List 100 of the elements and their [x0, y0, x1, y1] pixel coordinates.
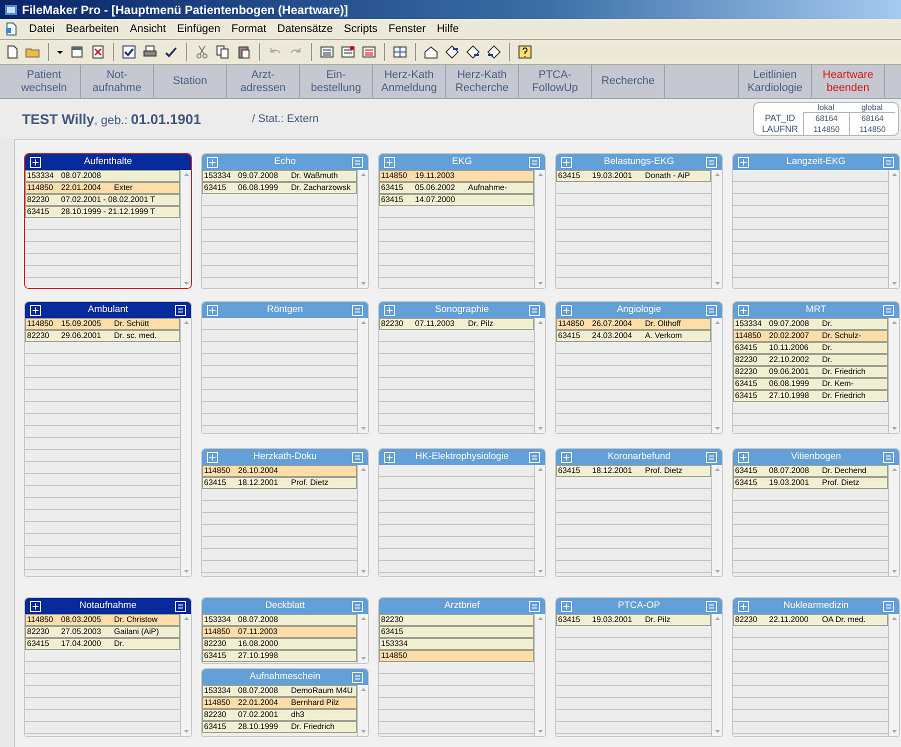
record-row[interactable]: 63415 28.10.1999 Dr. Friedrich: [202, 721, 357, 733]
record-row[interactable]: 63415 08.07.2008 Dr. Dechend: [733, 465, 888, 477]
nav-button[interactable]: Patient wechseln: [8, 65, 81, 98]
record-row[interactable]: 63415: [379, 626, 534, 638]
record-row[interactable]: 63415 19.03.2001 Prof. Dietz: [733, 477, 888, 489]
record-row[interactable]: 114850 08.03.2005 Dr. Christow: [25, 614, 180, 626]
scrollbar[interactable]: [889, 465, 899, 576]
menu-item[interactable]: Fenster: [388, 20, 426, 38]
nav-button[interactable]: PTCA- FollowUp: [519, 65, 592, 98]
record-row[interactable]: 82230: [379, 614, 534, 626]
menu-item[interactable]: Scripts: [344, 20, 378, 38]
scrollbar[interactable]: [712, 318, 722, 433]
add-icon[interactable]: [30, 600, 41, 612]
record-row[interactable]: 82230 27.05.2003 Gailani (AiP): [25, 626, 180, 638]
list-icon[interactable]: [361, 44, 377, 60]
record-row[interactable]: 114850 22.01.2004 Bernhard Pilz: [202, 697, 357, 709]
menu-item[interactable]: Einfügen: [176, 20, 220, 38]
record-row[interactable]: 82230 29.06.2001 Dr. sc. med.: [25, 330, 180, 342]
record-row[interactable]: 63415 18.12.2001 Prof. Dietz: [556, 465, 711, 477]
record-row[interactable]: 63415 27.10.1998 Dr. Friedrich: [733, 390, 888, 402]
scrollbar[interactable]: [358, 614, 368, 663]
record-row[interactable]: 114850 20.02.2007 Dr. Schulz-: [733, 330, 888, 342]
nav-button[interactable]: Arzt- adressen: [227, 65, 300, 98]
cut-icon[interactable]: [194, 44, 210, 60]
record-row[interactable]: 153334 09.07.2008 Dr.: [733, 318, 888, 330]
help-icon[interactable]: [517, 44, 533, 60]
record-row[interactable]: 114850 07.11.2003: [202, 626, 357, 638]
record-row[interactable]: 63415 17.04.2000 Dr.: [25, 638, 180, 650]
scrollbar[interactable]: [712, 170, 722, 288]
add-icon[interactable]: [30, 156, 41, 168]
scrollbar[interactable]: [358, 318, 368, 433]
menu-item[interactable]: Bearbeiten: [66, 20, 119, 38]
record-row[interactable]: 63415 10.11.2006 Dr.: [733, 342, 888, 354]
menu-item[interactable]: Datensätze: [277, 20, 333, 38]
record-row[interactable]: 63415 24.03.2004 A. Verkom: [556, 330, 711, 342]
nav-button[interactable]: Recherche: [592, 65, 665, 98]
menu-icon[interactable]: [175, 304, 186, 316]
record-row[interactable]: 114850 22.01.2004 Exter: [25, 182, 180, 194]
scrollbar[interactable]: [889, 170, 899, 288]
copy-icon[interactable]: [215, 44, 231, 60]
nav-button[interactable]: Ein- bestellung: [300, 65, 373, 98]
record-row[interactable]: 114850 26.10.2004: [202, 465, 357, 477]
record-row[interactable]: 153334 08.07.2008: [25, 170, 180, 182]
menu-item[interactable]: Format: [231, 20, 266, 38]
scrollbar[interactable]: [181, 318, 191, 576]
record-row[interactable]: 63415 14.07.2000: [379, 194, 534, 206]
scrollbar[interactable]: [358, 465, 368, 576]
document-icon[interactable]: [4, 22, 18, 36]
record-row[interactable]: 114850 26.07.2004 Dr. Olthoff: [556, 318, 711, 330]
record-row[interactable]: 82230 07.02.2001 - 08.02.2001 T: [25, 194, 180, 206]
record-row[interactable]: 63415 06.08.1999 Dr. Zacharzowsk: [202, 182, 357, 194]
scrollbar[interactable]: [712, 465, 722, 576]
record-row[interactable]: 153334 08.07.2008: [202, 614, 357, 626]
record-row[interactable]: 82230 07.02.2001 dh3: [202, 709, 357, 721]
scrollbar[interactable]: [535, 170, 545, 288]
menu-item[interactable]: Datei: [29, 20, 55, 38]
scrollbar[interactable]: [889, 318, 899, 433]
scrollbar[interactable]: [358, 170, 368, 288]
scrollbar[interactable]: [535, 614, 545, 736]
record-row[interactable]: 153334 09.07.2008 Dr. Waßmuth: [202, 170, 357, 182]
record-row[interactable]: 82230 09.06.2001 Dr. Friedrich: [733, 366, 888, 378]
nav-button[interactable]: Herz-Kath Recherche: [446, 65, 519, 98]
list-icon[interactable]: [340, 44, 356, 60]
scrollbar[interactable]: [181, 614, 191, 736]
window-icon[interactable]: [69, 44, 85, 60]
menu-item[interactable]: Ansicht: [130, 20, 166, 38]
record-row[interactable]: 153334: [379, 638, 534, 650]
record-row[interactable]: 63415 28.10.1999 - 21.12.1999 T: [25, 206, 180, 218]
nav-button[interactable]: Station: [154, 65, 227, 98]
paste-icon[interactable]: [236, 44, 252, 60]
scrollbar[interactable]: [181, 170, 191, 288]
menu-item[interactable]: Hilfe: [436, 20, 459, 38]
record-row[interactable]: 82230 16.08.2000: [202, 638, 357, 650]
record-row[interactable]: 114850: [379, 650, 534, 662]
record-row[interactable]: 114850 15.09.2005 Dr. Schütt: [25, 318, 180, 330]
house-icon[interactable]: [423, 44, 439, 60]
nav-button[interactable]: Not- aufnahme: [81, 65, 154, 98]
scrollbar[interactable]: [535, 318, 545, 433]
menu-icon[interactable]: [175, 600, 186, 612]
record-row[interactable]: 63415 27.10.1998: [202, 650, 357, 662]
checkbox-icon[interactable]: [121, 44, 137, 60]
record-row[interactable]: 63415 19.03.2001 Donath - AiP: [556, 170, 711, 182]
nav-button[interactable]: Leitlinien Kardiologie: [739, 65, 812, 98]
record-row[interactable]: 82230 07.11.2003 Dr. Pilz: [379, 318, 534, 330]
nav-button[interactable]: Herz-Kath Anmeldung: [373, 65, 446, 98]
record-row[interactable]: 63415 06.08.1999 Dr. Kem-: [733, 378, 888, 390]
add-icon[interactable]: [30, 304, 41, 316]
scrollbar[interactable]: [712, 614, 722, 736]
scrollbar[interactable]: [889, 614, 899, 736]
table-icon[interactable]: [392, 44, 408, 60]
record-row[interactable]: 63415 05.06.2002 Aufnahme-: [379, 182, 534, 194]
record-row[interactable]: 82230 22.10.2002 Dr.: [733, 354, 888, 366]
record-row[interactable]: 153334 08.07.2008 DemoRaum M4U: [202, 685, 357, 697]
scrollbar[interactable]: [535, 465, 545, 576]
record-row[interactable]: 114850 19.11.2003: [379, 170, 534, 182]
scrollbar[interactable]: [358, 685, 368, 736]
list-icon[interactable]: [319, 44, 335, 60]
record-row[interactable]: 63415 18.12.2001 Prof. Dietz: [202, 477, 357, 489]
record-row[interactable]: 63415 19.03.2001 Dr. Pilz: [556, 614, 711, 626]
record-row[interactable]: 82230 22.11.2000 OA Dr. med.: [733, 614, 888, 626]
